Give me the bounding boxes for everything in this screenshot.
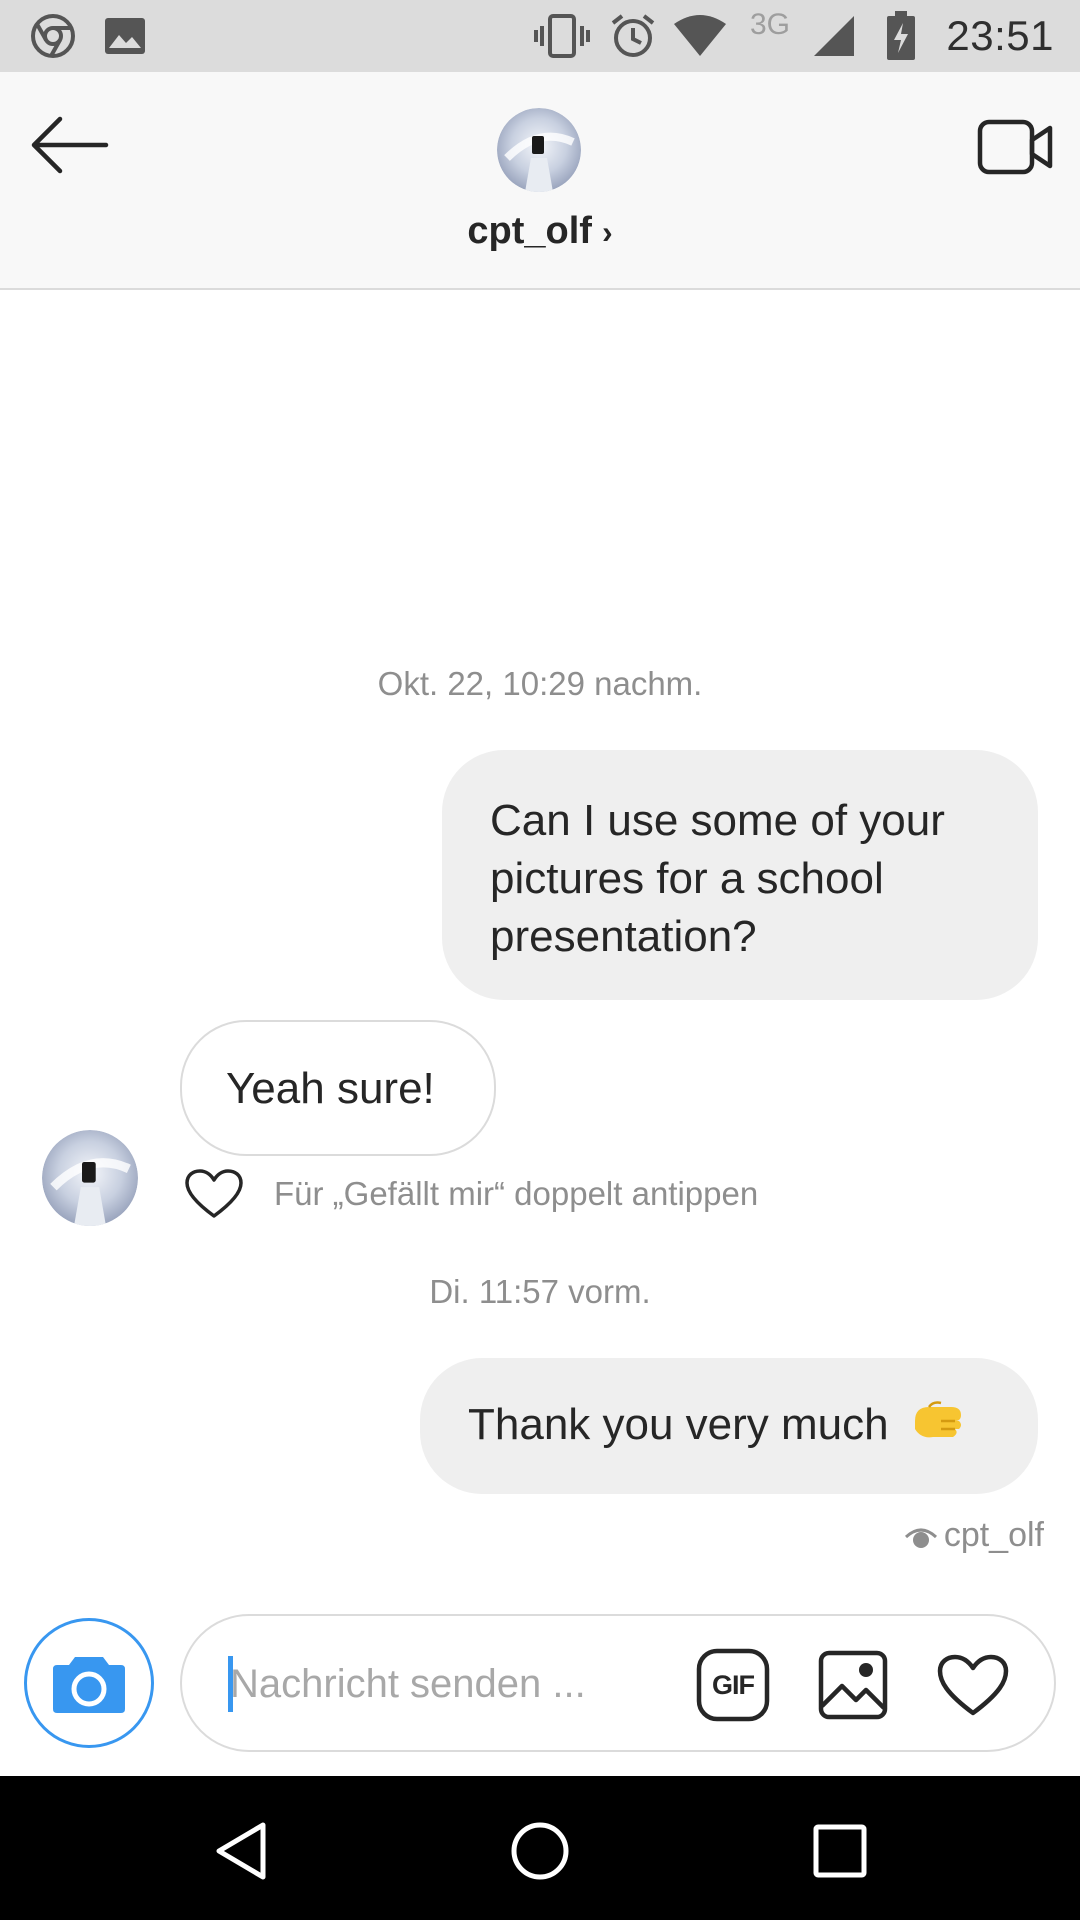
seen-by-label: cpt_olf	[943, 1516, 1044, 1554]
video-call-icon	[977, 119, 1053, 175]
timestamp: Di. 11:57 vorm.	[429, 1273, 651, 1310]
message-text: Yeah sure!	[226, 1064, 435, 1113]
camera-icon	[53, 1657, 125, 1713]
clock: 23:51	[946, 12, 1054, 59]
nav-home-icon	[511, 1822, 569, 1880]
gallery-button[interactable]	[816, 1648, 890, 1722]
incoming-message[interactable]: Yeah sure!	[180, 1020, 496, 1156]
vibrate-icon	[534, 0, 590, 72]
alarm-icon	[610, 0, 656, 72]
camera-button[interactable]	[24, 1618, 154, 1748]
chrome-icon	[30, 0, 76, 72]
message-line: presentation?	[490, 912, 757, 961]
message-line: Can I use some of your	[490, 796, 945, 845]
header-avatar[interactable]	[497, 108, 581, 192]
like-hint: Für „Gefällt mir“ doppelt antippen	[184, 1168, 758, 1220]
navigation-bar	[0, 1776, 1080, 1920]
gallery-icon	[818, 1650, 888, 1720]
outgoing-message[interactable]: Thank you very much	[420, 1358, 1038, 1494]
nav-recents-button[interactable]	[795, 1806, 885, 1896]
gallery-icon	[104, 0, 146, 72]
header-username[interactable]: cpt_olf ›	[0, 210, 1080, 253]
chevron-right-icon: ›	[601, 214, 613, 250]
status-bar: 3G 23:51	[0, 0, 1080, 72]
gif-label: GIF	[712, 1669, 755, 1700]
timestamp: Okt. 22, 10:29 nachm.	[377, 665, 703, 702]
nav-back-icon	[216, 1822, 266, 1880]
username-label: cpt_olf	[467, 210, 592, 252]
network-type-label: 3G	[750, 8, 791, 41]
signal-icon	[812, 0, 856, 72]
battery-charging-icon	[886, 0, 916, 72]
fist-emoji-icon	[911, 1399, 965, 1460]
message-text: Thank you very much	[468, 1400, 889, 1449]
back-arrow-icon	[31, 116, 109, 174]
chat-header: cpt_olf ›	[0, 72, 1080, 290]
message-line: pictures for a school	[490, 854, 884, 903]
profile-picture	[497, 108, 581, 192]
message-composer: GIF	[180, 1614, 1056, 1752]
back-button[interactable]	[30, 110, 110, 180]
nav-back-button[interactable]	[196, 1806, 286, 1896]
outgoing-message[interactable]: Can I use some of your pictures for a sc…	[442, 750, 1038, 1000]
gif-button[interactable]: GIF	[696, 1648, 770, 1722]
like-hint-text: Für „Gefällt mir“ doppelt antippen	[274, 1175, 759, 1212]
like-button[interactable]	[936, 1648, 1010, 1722]
nav-recents-icon	[813, 1824, 867, 1878]
profile-picture	[42, 1130, 138, 1226]
heart-icon[interactable]	[184, 1168, 244, 1220]
video-call-button[interactable]	[976, 112, 1056, 182]
wifi-icon	[672, 0, 728, 72]
eye-icon	[904, 1528, 937, 1548]
seen-indicator: cpt_olf	[904, 1516, 1044, 1555]
nav-home-button[interactable]	[495, 1806, 585, 1896]
message-input[interactable]	[228, 1616, 652, 1752]
heart-icon	[937, 1654, 1009, 1716]
text-cursor	[228, 1656, 233, 1712]
sender-avatar[interactable]	[42, 1130, 138, 1226]
